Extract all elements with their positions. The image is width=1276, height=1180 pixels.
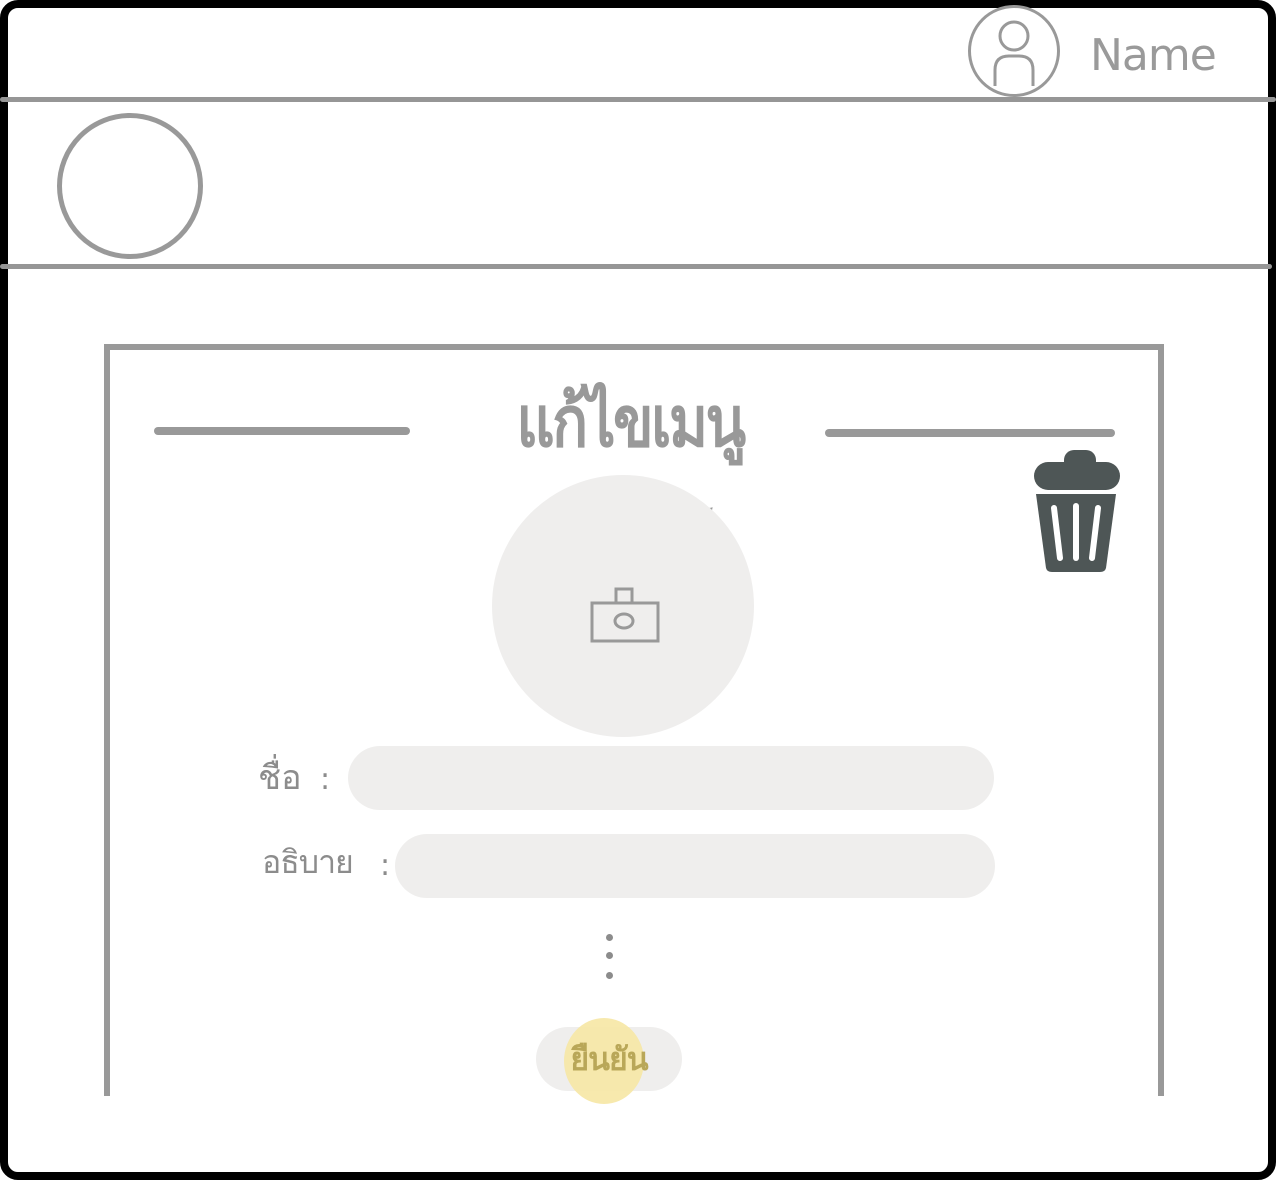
photo-upload-button[interactable] (492, 475, 754, 737)
delete-button[interactable] (1030, 448, 1122, 574)
title-rule-right (825, 429, 1115, 437)
user-icon (993, 20, 1035, 86)
more-fields-dot (606, 952, 613, 959)
description-label: อธิบาย (262, 843, 354, 881)
banner-divider (0, 264, 1272, 269)
description-input[interactable] (395, 834, 995, 898)
name-label: ชื่อ (258, 758, 302, 798)
logo-placeholder[interactable] (57, 113, 203, 259)
user-avatar-icon[interactable] (968, 5, 1060, 97)
confirm-button[interactable]: ยืนยัน (536, 1018, 682, 1104)
name-colon: : (320, 762, 331, 797)
user-name[interactable]: Name (1090, 28, 1217, 84)
more-fields-dot (606, 934, 613, 941)
more-fields-dot (606, 972, 613, 979)
trash-icon (1034, 450, 1120, 572)
name-input[interactable] (348, 746, 994, 810)
camera-icon (590, 587, 660, 643)
header-divider (0, 97, 1276, 102)
confirm-label: ยืนยัน (570, 1040, 648, 1078)
description-colon: : (380, 848, 391, 883)
title-rule-left (154, 427, 410, 435)
